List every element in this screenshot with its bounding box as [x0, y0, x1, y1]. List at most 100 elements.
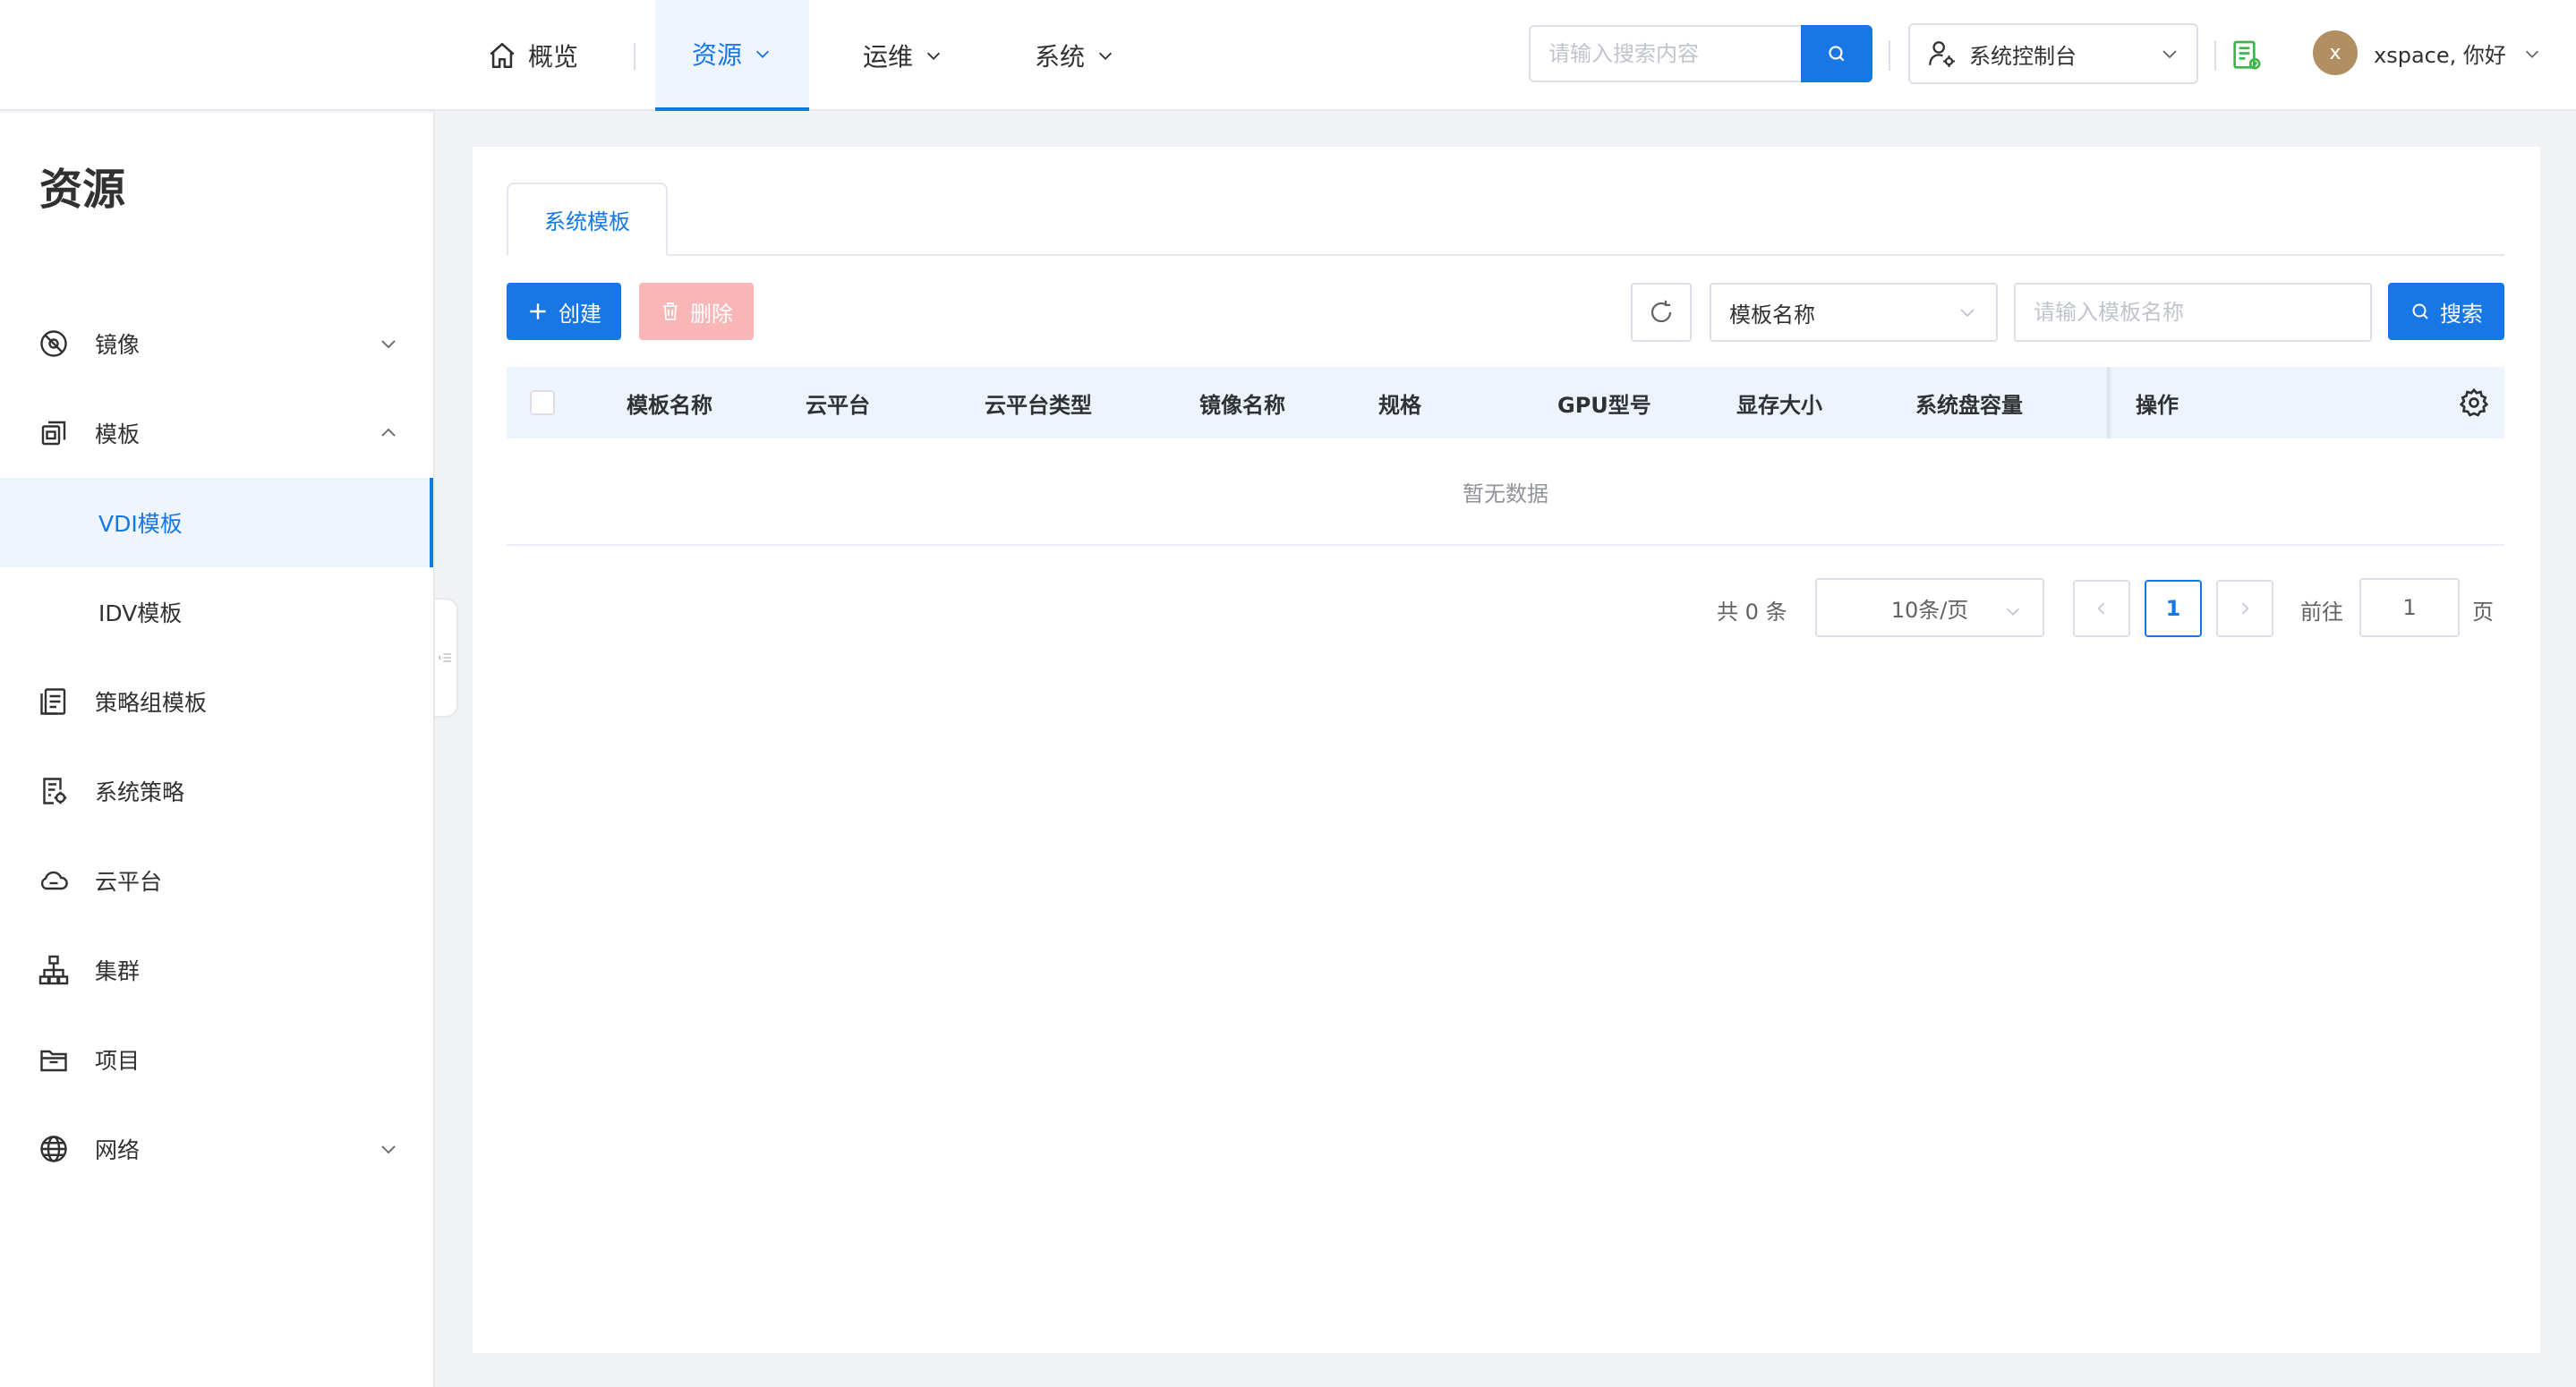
nav-divider [634, 43, 635, 70]
nav-resources[interactable]: 资源 [655, 0, 809, 111]
cloud-icon [38, 864, 70, 897]
sidebar-item-cloud-platform[interactable]: 云平台 [0, 836, 433, 925]
chevron-down-icon [2003, 601, 2023, 621]
template-name-search-input[interactable] [2014, 283, 2372, 342]
filter-field-select[interactable]: 模板名称 [1710, 283, 1998, 342]
license-document-icon[interactable] [2229, 38, 2265, 73]
avatar[interactable]: x [2313, 30, 2358, 75]
global-search [1529, 25, 1872, 82]
column-header-flavor[interactable]: 规格 [1378, 367, 1421, 438]
select-all-checkbox[interactable] [530, 390, 555, 415]
sidebar-item-label: 集群 [95, 958, 141, 984]
sidebar-item-vdi-templates[interactable]: VDI模板 [0, 478, 433, 567]
image-disc-icon [38, 328, 70, 360]
sidebar-item-system-policy[interactable]: 系统策略 [0, 746, 433, 836]
nav-overview[interactable]: 概览 [487, 0, 578, 111]
page-jump-input[interactable] [2359, 578, 2460, 637]
pagination-total: 共 0 条 [1717, 600, 1787, 625]
filter-field-value: 模板名称 [1729, 302, 1815, 328]
home-icon [487, 40, 517, 71]
sidebar-item-label: 系统策略 [95, 779, 185, 805]
sidebar-item-label: 云平台 [95, 869, 163, 895]
sidebar-collapse-toggle[interactable] [435, 598, 458, 718]
topbar-divider [2214, 40, 2216, 71]
sidebar-item-label: 项目 [95, 1048, 141, 1074]
sidebar: 资源 镜像 模板 VDI模板 IDV模板 策略组模板 系统策略 云平台 集群 项… [0, 113, 435, 1387]
sidebar-item-label: 镜像 [95, 332, 141, 358]
column-header-system-disk[interactable]: 系统盘容量 [1915, 367, 2023, 438]
column-header-vram-size[interactable]: 显存大小 [1736, 367, 1822, 438]
user-menu[interactable]: xspace, 你好 [2374, 38, 2542, 69]
cluster-icon [38, 954, 70, 986]
pagination-page-suffix: 页 [2472, 600, 2494, 625]
pagination-goto-label: 前往 [2300, 600, 2343, 625]
prev-page-button[interactable] [2073, 580, 2130, 637]
sidebar-item-projects[interactable]: 项目 [0, 1015, 433, 1104]
gear-icon[interactable] [2458, 387, 2490, 419]
create-button[interactable]: 创建 [507, 283, 621, 340]
sidebar-title: 资源 [39, 165, 126, 215]
main-card: 系统模板 创建 删除 模板名称 搜索 模板名称 云平台 云平台类型 [473, 147, 2540, 1353]
global-search-input[interactable] [1531, 27, 1799, 81]
column-header-image-name[interactable]: 镜像名称 [1199, 367, 1285, 438]
collapse-menu-icon [439, 651, 453, 665]
folder-icon [38, 1043, 70, 1076]
sidebar-item-label: VDI模板 [98, 511, 183, 537]
refresh-button[interactable] [1631, 283, 1692, 342]
fixed-column-divider [2107, 367, 2112, 438]
chevron-down-icon [2522, 44, 2542, 64]
empty-state-text: 暂无数据 [1463, 481, 1548, 506]
column-header-template-name[interactable]: 模板名称 [627, 367, 712, 438]
chevron-left-icon [2093, 600, 2111, 617]
column-header-cloud-platform[interactable]: 云平台 [806, 367, 870, 438]
next-page-button[interactable] [2216, 580, 2273, 637]
global-search-button[interactable] [1801, 25, 1872, 82]
page-size-value: 10条/页 [1890, 597, 1969, 623]
sidebar-item-idv-templates[interactable]: IDV模板 [0, 567, 433, 657]
console-switcher[interactable]: 系统控制台 [1908, 23, 2198, 84]
sidebar-item-label: 策略组模板 [95, 690, 208, 716]
chevron-up-icon [378, 422, 399, 444]
topbar-divider [1889, 40, 1890, 71]
trash-icon [660, 301, 681, 322]
chevron-right-icon [2236, 600, 2254, 617]
refresh-icon [1648, 299, 1675, 326]
nav-operations-label: 运维 [863, 42, 914, 72]
sidebar-item-images[interactable]: 镜像 [0, 299, 433, 388]
delete-button[interactable]: 删除 [639, 283, 754, 340]
sidebar-item-templates[interactable]: 模板 [0, 388, 433, 478]
globe-icon [38, 1133, 70, 1165]
console-label: 系统控制台 [1969, 43, 2077, 69]
column-header-gpu-model[interactable]: GPU型号 [1557, 367, 1651, 438]
chevron-down-icon [924, 46, 943, 65]
sidebar-item-label: 模板 [95, 421, 141, 447]
user-greeting: xspace, 你好 [2374, 43, 2506, 68]
chevron-down-icon [753, 44, 772, 64]
template-icon [38, 417, 70, 449]
sidebar-item-policy-group-templates[interactable]: 策略组模板 [0, 657, 433, 746]
column-header-cloud-platform-type[interactable]: 云平台类型 [985, 367, 1092, 438]
tabs-divider [507, 254, 2504, 256]
chevron-down-icon [2159, 43, 2180, 64]
search-button-label: 搜索 [2440, 301, 2483, 327]
user-settings-icon [1926, 38, 1957, 69]
nav-system[interactable]: 系统 [1035, 0, 1115, 111]
page-size-select[interactable]: 10条/页 [1815, 578, 2044, 637]
create-button-label: 创建 [559, 301, 601, 327]
policy-group-icon [38, 685, 70, 718]
tab-system-templates[interactable]: 系统模板 [507, 183, 668, 256]
chevron-down-icon [1096, 46, 1115, 65]
search-icon [2410, 301, 2431, 322]
nav-overview-label: 概览 [528, 42, 579, 72]
page-number-current[interactable]: 1 [2145, 580, 2202, 637]
chevron-down-icon [1957, 302, 1978, 323]
nav-operations[interactable]: 运维 [863, 0, 943, 111]
sidebar-item-network[interactable]: 网络 [0, 1104, 433, 1194]
chevron-down-icon [378, 333, 399, 354]
delete-button-label: 删除 [690, 301, 733, 327]
table-header: 模板名称 云平台 云平台类型 镜像名称 规格 GPU型号 显存大小 系统盘容量 … [507, 367, 2504, 438]
search-button[interactable]: 搜索 [2388, 283, 2504, 340]
plus-icon [526, 300, 550, 323]
sidebar-item-clusters[interactable]: 集群 [0, 925, 433, 1015]
column-header-actions: 操作 [2136, 392, 2179, 418]
